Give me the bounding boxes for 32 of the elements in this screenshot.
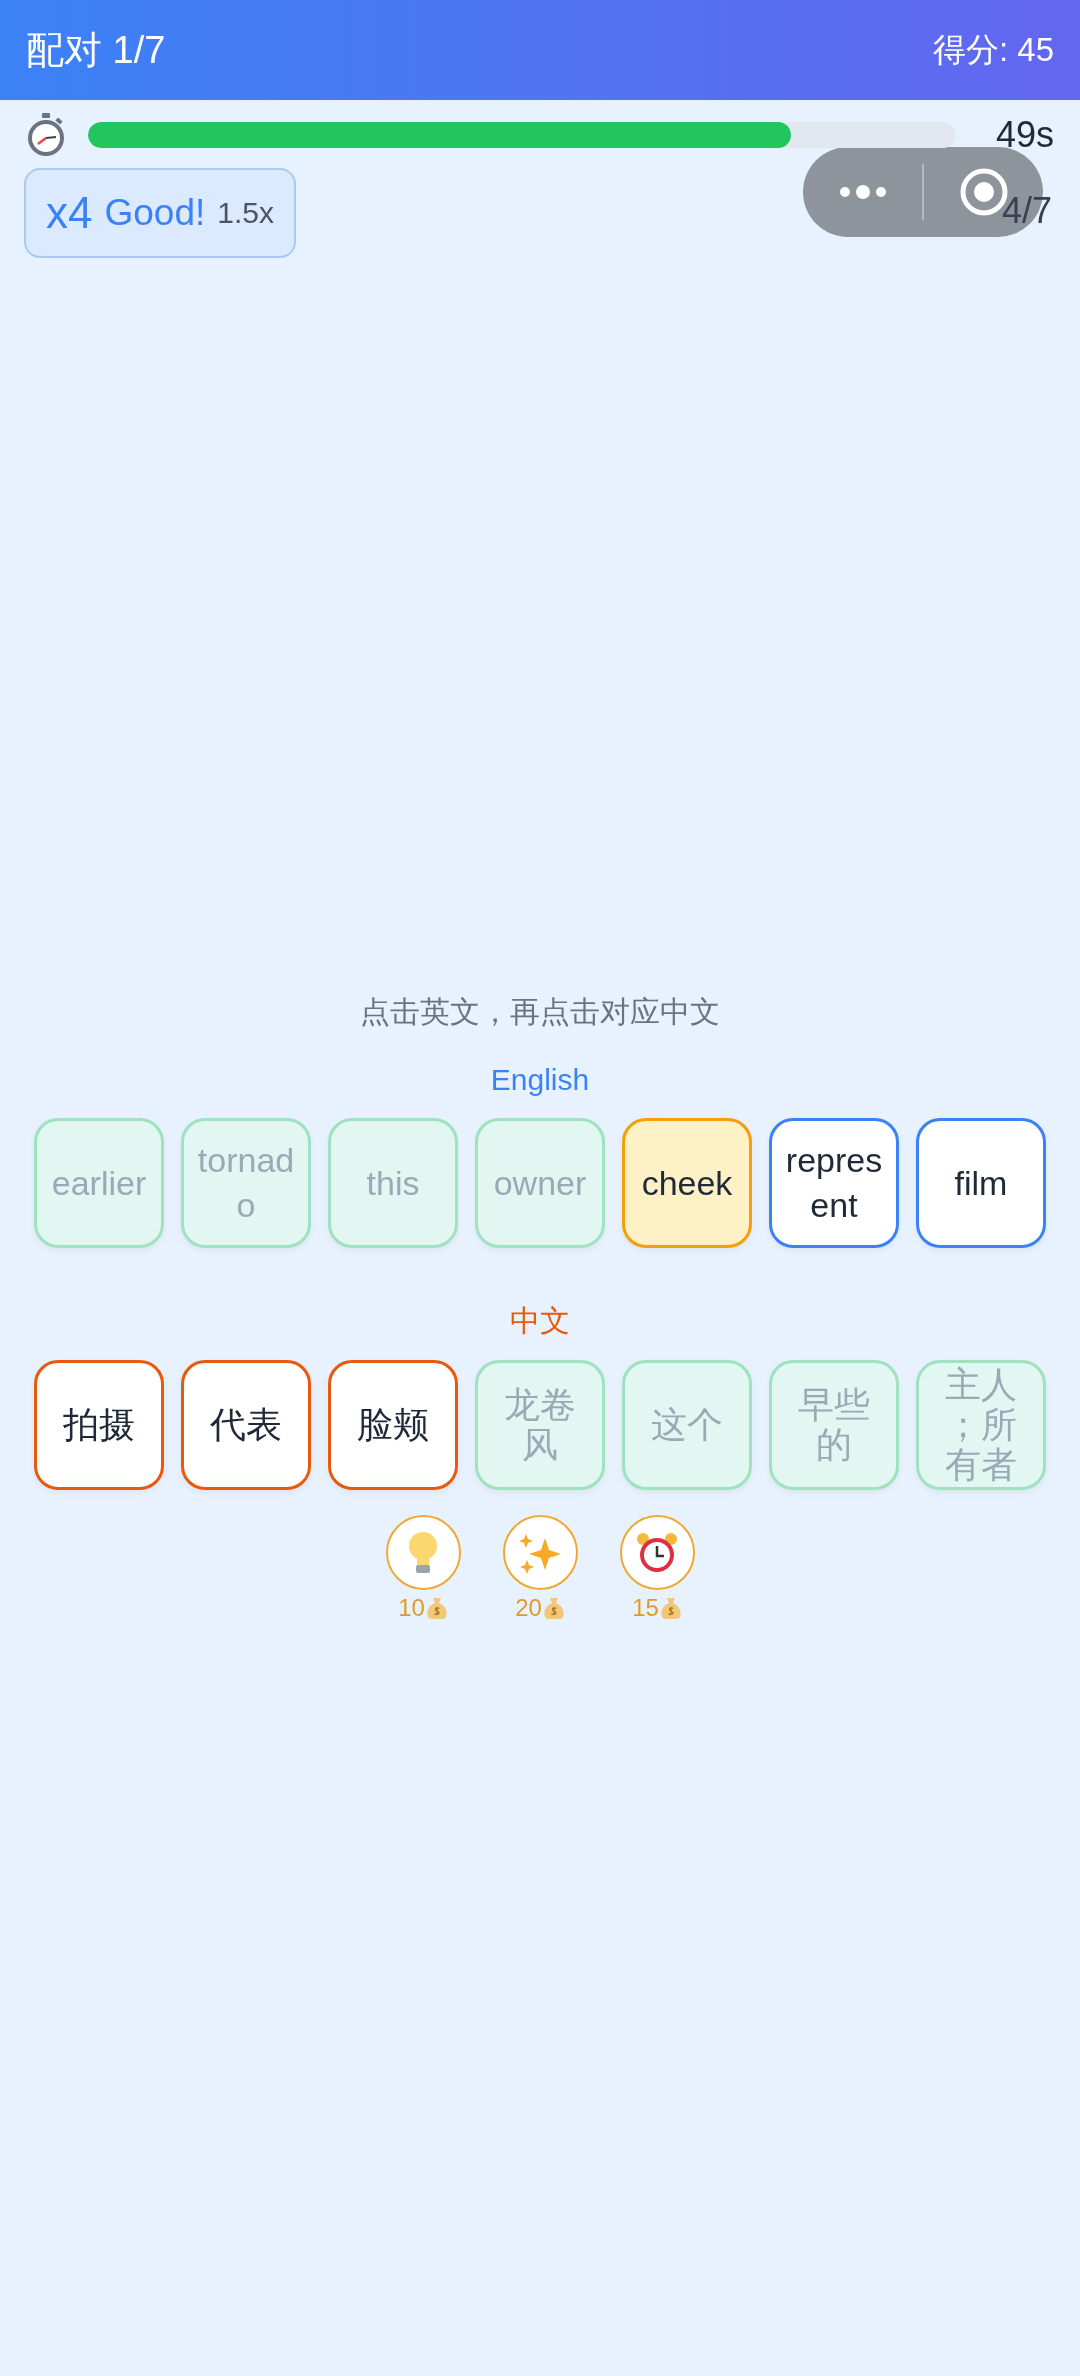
word-card[interactable]: 脸颊: [328, 1360, 458, 1490]
cost-label: 15: [632, 1594, 659, 1622]
cost-label: 20: [515, 1594, 542, 1622]
combo-count: x4: [46, 188, 93, 238]
instruction-text: 点击英文，再点击对应中文: [359, 994, 721, 1030]
combo-rating: Good!: [104, 192, 206, 234]
light-bulb-icon: [406, 1529, 440, 1576]
money-bag-icon: [542, 1596, 565, 1620]
word-card[interactable]: earlier: [34, 1118, 164, 1248]
cost-label: 10: [398, 1594, 425, 1622]
stopwatch-icon: [26, 113, 66, 157]
word-card[interactable]: this: [328, 1118, 458, 1248]
word-card[interactable]: 这个: [622, 1360, 752, 1490]
more-icon[interactable]: [837, 184, 888, 200]
word-card[interactable]: 主人；所有者: [916, 1360, 1046, 1490]
section-label: 中文: [509, 1303, 571, 1339]
time-remaining: 49s: [994, 114, 1054, 156]
word-card[interactable]: 代表: [181, 1360, 311, 1490]
section-label: English: [489, 1062, 591, 1098]
word-card[interactable]: film: [916, 1118, 1046, 1248]
word-card[interactable]: represent: [769, 1118, 899, 1248]
score-label: 得分: 45: [932, 29, 1054, 70]
page-title: 配对 1/7: [26, 27, 166, 73]
word-card[interactable]: tornado: [181, 1118, 311, 1248]
combo-multiplier: 1.5x: [217, 196, 274, 230]
word-card[interactable]: 龙卷风: [475, 1360, 605, 1490]
money-bag-icon: [425, 1596, 448, 1620]
money-bag-icon: [659, 1596, 682, 1620]
word-card[interactable]: owner: [475, 1118, 605, 1248]
word-card[interactable]: 早些的: [769, 1360, 899, 1490]
word-card[interactable]: 拍摄: [34, 1360, 164, 1490]
word-card[interactable]: cheek: [622, 1118, 752, 1248]
